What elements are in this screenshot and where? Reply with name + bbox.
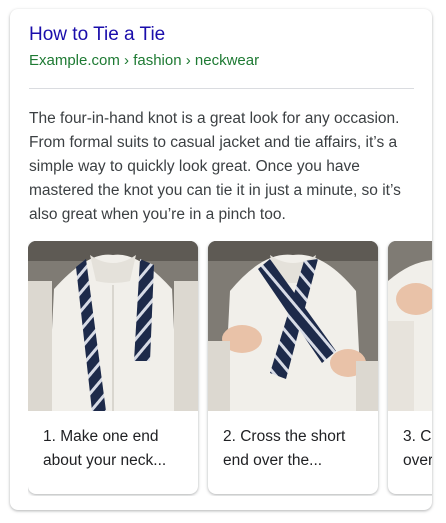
divider <box>29 88 414 89</box>
step-3-photo <box>388 241 432 411</box>
step-card-1[interactable]: 1. Make one end about your neck... <box>28 241 198 494</box>
step-1-caption: 1. Make one end about your neck... <box>43 428 167 469</box>
step-2-caption: 2. Cross the short end over the... <box>223 428 346 469</box>
breadcrumb[interactable]: Example.com › fashion › neckwear <box>29 51 259 71</box>
step-3-caption: 3. Cross the long end over your back... <box>403 428 432 469</box>
result-title-link[interactable]: How to Tie a Tie <box>29 23 165 47</box>
step-1-photo <box>28 241 198 411</box>
rich-result-card: How to Tie a Tie Example.com › fashion ›… <box>10 9 432 510</box>
step-card-2[interactable]: 2. Cross the short end over the... <box>208 241 378 494</box>
step-card-3[interactable]: 3. Cross the long end over your back... <box>388 241 432 494</box>
step-2-photo <box>208 241 378 411</box>
steps-carousel[interactable]: 1. Make one end about your neck... 2. Cr… <box>28 241 432 496</box>
result-snippet: The four-in-hand knot is a great look fo… <box>29 110 401 223</box>
